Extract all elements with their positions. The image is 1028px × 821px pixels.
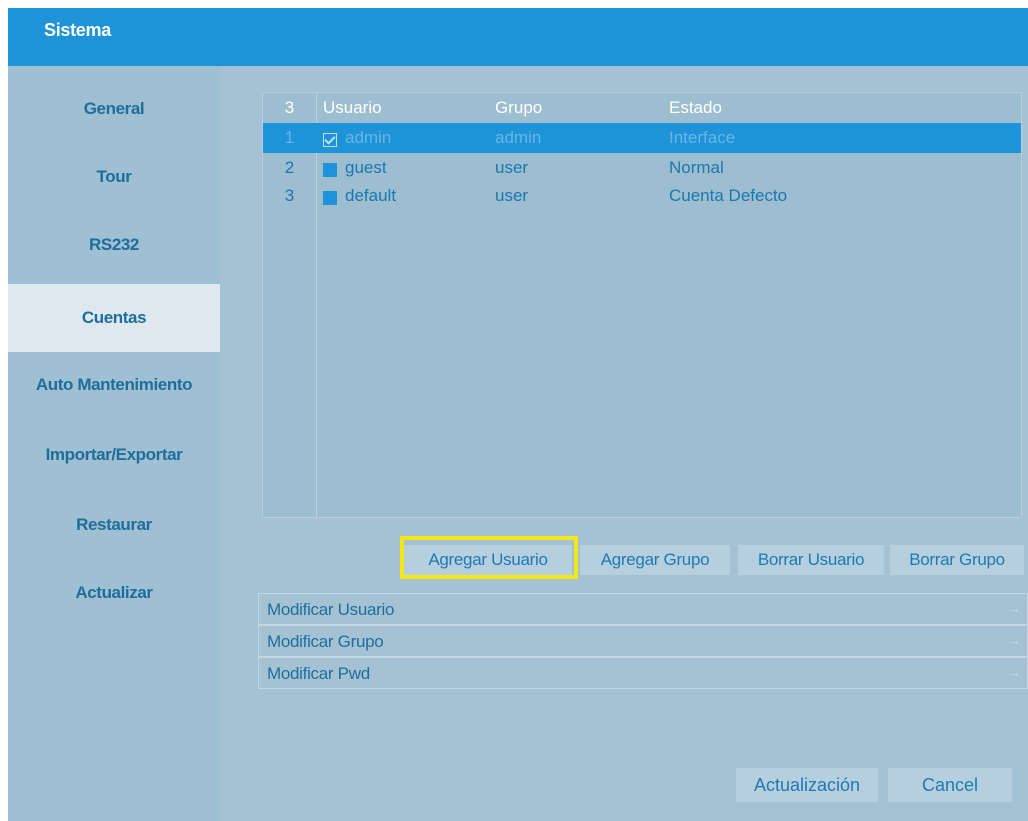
modify-user-row[interactable]: Modificar Usuario → [258, 593, 1028, 625]
row-index: 1 [284, 128, 295, 147]
row-user: guest [345, 158, 387, 177]
table-header: 3 Usuario Grupo Estado [263, 93, 1021, 123]
sidebar-item-rs232[interactable]: RS232 [8, 212, 220, 278]
cancel-button[interactable]: Cancel [888, 768, 1012, 802]
row-index: 3 [284, 186, 295, 205]
header-estado: Estado [669, 98, 722, 117]
row-user: admin [345, 128, 392, 147]
row-checkbox[interactable] [323, 133, 337, 147]
delete-user-button[interactable]: Borrar Usuario [738, 545, 884, 575]
sidebar-item-restaurar[interactable]: Restaurar [8, 492, 220, 558]
table-row[interactable]: 2 guest user Normal [263, 153, 1021, 183]
sidebar-item-actualizar[interactable]: Actualizar [8, 560, 220, 626]
row-group: user [495, 186, 529, 205]
sidebar-item-cuentas[interactable]: Cuentas [8, 284, 220, 352]
sidebar-item-importar-exportar[interactable]: Importar/Exportar [8, 422, 220, 488]
arrow-right-icon: → [1007, 632, 1021, 648]
header-grupo: Grupo [495, 98, 543, 117]
table-row[interactable]: 1 admin admin Interface [263, 123, 1021, 153]
modify-user-label: Modificar Usuario [267, 600, 395, 619]
modify-pwd-row[interactable]: Modificar Pwd → [258, 657, 1028, 689]
row-group: user [495, 158, 529, 177]
modify-group-row[interactable]: Modificar Grupo → [258, 625, 1028, 657]
row-status: Normal [669, 158, 724, 177]
sidebar-item-general[interactable]: General [8, 76, 220, 142]
row-checkbox[interactable] [323, 191, 337, 205]
account-count: 3 [284, 98, 295, 117]
modify-group-label: Modificar Grupo [267, 632, 384, 651]
sidebar-item-auto-mantenimiento[interactable]: Auto Mantenimiento [8, 352, 220, 418]
system-window: Sistema General Tour RS232 Cuentas Auto … [8, 8, 1028, 821]
add-user-button[interactable]: Agregar Usuario [404, 545, 572, 575]
sidebar: General Tour RS232 Cuentas Auto Mantenim… [8, 66, 220, 821]
row-index: 2 [284, 158, 295, 177]
row-status: Cuenta Defecto [669, 186, 788, 205]
accounts-table: 3 Usuario Grupo Estado 1 admin admin Int… [262, 92, 1022, 518]
row-checkbox[interactable] [323, 163, 337, 177]
row-user: default [345, 186, 397, 205]
row-group: admin [495, 128, 542, 147]
modify-pwd-label: Modificar Pwd [267, 664, 370, 683]
arrow-right-icon: → [1007, 600, 1021, 616]
sidebar-item-tour[interactable]: Tour [8, 144, 220, 210]
delete-group-button[interactable]: Borrar Grupo [890, 545, 1024, 575]
update-button[interactable]: Actualización [736, 768, 878, 802]
header-usuario: Usuario [323, 98, 382, 117]
title-bar: Sistema [8, 8, 1028, 66]
accounts-panel: 3 Usuario Grupo Estado 1 admin admin Int… [220, 66, 1028, 821]
row-status: Interface [669, 128, 736, 147]
arrow-right-icon: → [1007, 664, 1021, 680]
window-title: Sistema [44, 20, 111, 40]
table-row[interactable]: 3 default user Cuenta Defecto [263, 181, 1021, 211]
add-group-button[interactable]: Agregar Grupo [580, 545, 730, 575]
